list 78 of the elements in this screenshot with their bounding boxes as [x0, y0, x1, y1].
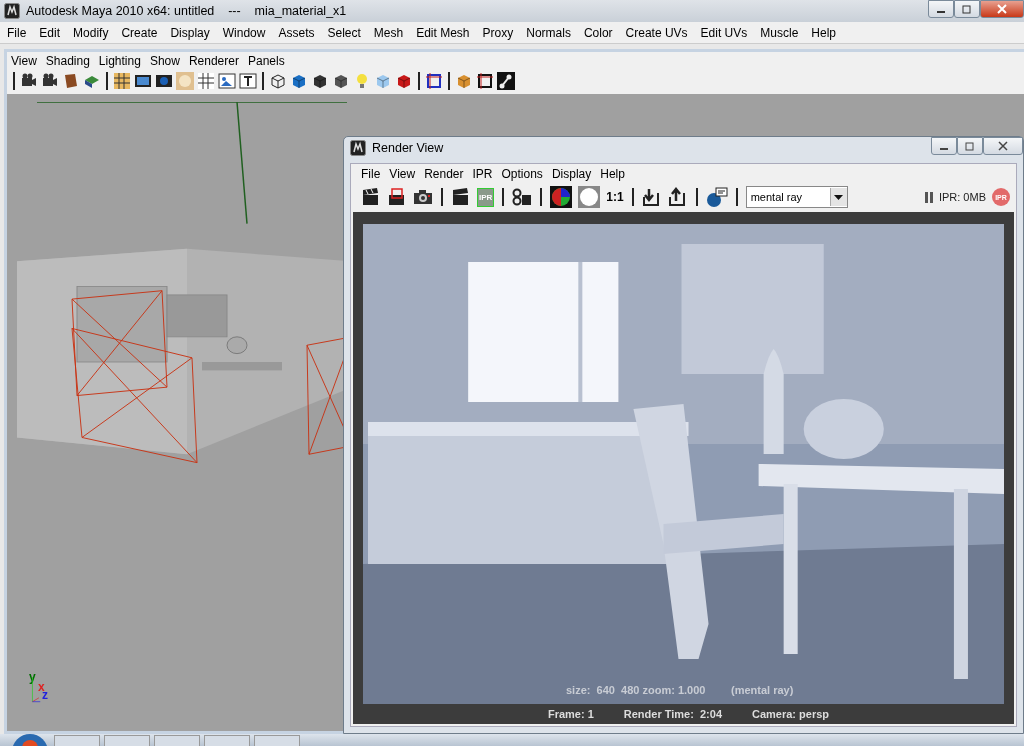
panel-menu-item[interactable]: Shading	[45, 54, 90, 68]
frame-icon[interactable]	[476, 72, 494, 90]
grid-icon[interactable]	[197, 72, 215, 90]
cube-icon[interactable]	[332, 72, 350, 90]
real-size-button[interactable]: 1:1	[606, 190, 624, 204]
caret-icon	[834, 194, 844, 200]
menu-item[interactable]: Render	[424, 167, 464, 181]
cube-icon[interactable]	[290, 72, 308, 90]
menu-item[interactable]: Create	[121, 25, 158, 40]
panel-menu-item[interactable]: Panels	[247, 54, 285, 68]
window-title: Autodesk Maya 2010 x64: untitled --- mia_material_x1	[26, 4, 347, 18]
app-icon	[350, 140, 366, 156]
book-icon[interactable]	[62, 72, 80, 90]
menu-item[interactable]: Edit	[39, 25, 61, 40]
menu-item[interactable]: Display	[170, 25, 210, 40]
menu-item[interactable]: Options	[501, 167, 543, 181]
image-icon[interactable]	[218, 72, 236, 90]
cube-icon[interactable]	[395, 72, 413, 90]
app-icon	[4, 3, 20, 19]
image-info-text: size: 640 480 zoom: 1.000	[566, 684, 706, 696]
menu-item[interactable]: Mesh	[373, 25, 404, 40]
window-title: Render View	[372, 141, 444, 155]
menu-item[interactable]: View	[389, 167, 416, 181]
frame-label: Frame: 1	[547, 708, 594, 720]
minimize-button[interactable]	[928, 0, 954, 18]
color-channels-icon[interactable]	[550, 186, 573, 208]
cube-icon[interactable]	[311, 72, 329, 90]
menu-item[interactable]: Assets	[278, 25, 315, 40]
menu-item[interactable]: Muscle	[760, 25, 799, 40]
close-button[interactable]	[983, 137, 1023, 155]
ipr-memory-label: IPR: 0MB	[938, 191, 986, 203]
globe-message-icon[interactable]	[705, 186, 728, 208]
axis-label: y	[29, 671, 36, 683]
screen-icon[interactable]	[155, 72, 173, 90]
menu-item[interactable]: File	[7, 25, 27, 40]
restore-icon	[965, 141, 975, 151]
close-button[interactable]	[980, 0, 1024, 18]
menu-item[interactable]: File	[361, 167, 381, 181]
renderer-dropdown[interactable]: mental ray	[745, 186, 848, 208]
render-time-label: Render Time: 2:04	[623, 708, 722, 720]
remove-image-icon[interactable]	[667, 187, 688, 207]
renderer-note-text: (mental ray)	[731, 684, 794, 696]
menu-item[interactable]: Edit Mesh	[416, 25, 470, 40]
minimize-icon	[940, 148, 948, 150]
axis-label: x	[38, 681, 45, 693]
menu-item[interactable]: Select	[327, 25, 361, 40]
screen-icon[interactable]	[134, 72, 152, 90]
close-icon	[996, 4, 1008, 14]
panel-menu-item[interactable]: View	[11, 54, 37, 68]
minimize-button[interactable]	[931, 137, 957, 155]
menu-item[interactable]: IPR	[472, 167, 493, 181]
panel-menu-item[interactable]: Renderer	[188, 54, 239, 68]
frame-icon[interactable]	[425, 72, 443, 90]
bone-icon[interactable]	[497, 72, 515, 90]
minimize-icon	[937, 11, 945, 13]
menu-item[interactable]: Help	[600, 167, 625, 181]
panel-menu-item[interactable]: Lighting	[98, 54, 141, 68]
menu-item[interactable]: Create UVs	[625, 25, 688, 40]
alpha-channel-icon[interactable]	[578, 186, 601, 208]
panel-menu-item[interactable]: Show	[149, 54, 180, 68]
menu-item[interactable]: Normals	[526, 25, 571, 40]
menu-item[interactable]: Edit UVs	[700, 25, 748, 40]
menu-item[interactable]: Display	[551, 167, 592, 181]
grid-icon[interactable]	[113, 72, 131, 90]
keep-image-icon[interactable]	[641, 187, 662, 207]
pause-icon[interactable]	[924, 191, 933, 203]
camera-label: Camera: persp	[752, 708, 830, 720]
close-icon	[997, 141, 1009, 151]
restore-icon	[962, 4, 972, 14]
menu-item[interactable]: Help	[811, 25, 836, 40]
menu-item[interactable]: Window	[222, 25, 266, 40]
camera-icon[interactable]	[413, 187, 433, 207]
menu-item[interactable]: Color	[583, 25, 613, 40]
text-box-icon[interactable]	[239, 72, 257, 90]
start-button[interactable]	[10, 732, 50, 746]
wire-cube-icon[interactable]	[269, 72, 287, 90]
menu-item[interactable]: Proxy	[482, 25, 514, 40]
menu-item[interactable]: Modify	[73, 25, 109, 40]
